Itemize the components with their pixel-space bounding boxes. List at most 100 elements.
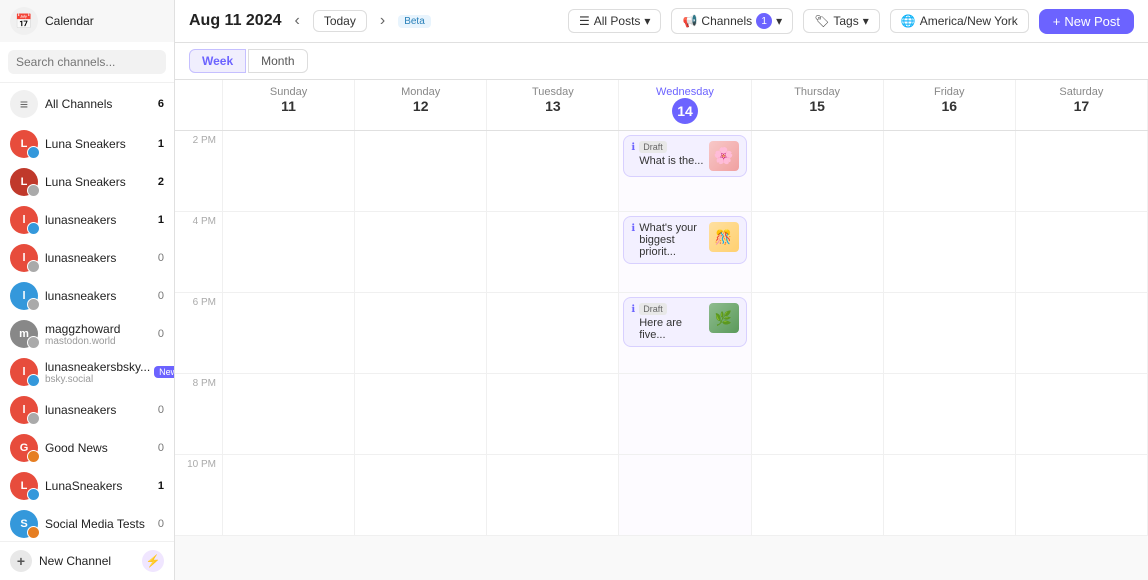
event-card[interactable]: ℹ Draft Here are five... 🌿 bbox=[623, 297, 746, 347]
day-cell-thursday[interactable] bbox=[752, 293, 884, 373]
day-cell-tuesday[interactable] bbox=[487, 212, 619, 292]
calendar-nav-item[interactable]: 📅 Calendar bbox=[0, 0, 174, 42]
channel-count: 2 bbox=[150, 176, 164, 188]
channel-name: lunasneakersbsky... bbox=[45, 360, 150, 374]
draft-badge: Draft bbox=[639, 141, 667, 153]
day-cell-friday[interactable] bbox=[884, 293, 1016, 373]
channel-info: Luna Sneakers bbox=[45, 137, 150, 151]
timezone-filter[interactable]: 🌐 America/New York bbox=[890, 9, 1029, 33]
new-badge: New bbox=[154, 366, 174, 378]
all-posts-filter[interactable]: ☰ All Posts ▾ bbox=[568, 9, 661, 33]
list-item[interactable]: l lunasneakersbsky... bsky.social New bbox=[0, 353, 174, 391]
day-cell-monday[interactable] bbox=[355, 212, 487, 292]
day-cell-tuesday[interactable] bbox=[487, 131, 619, 211]
day-cell-thursday[interactable] bbox=[752, 455, 884, 535]
day-cell-monday[interactable] bbox=[355, 131, 487, 211]
tags-label: Tags bbox=[833, 14, 858, 28]
day-cell-thursday[interactable] bbox=[752, 374, 884, 454]
channel-name: lunasneakers bbox=[45, 213, 150, 227]
day-cell-saturday[interactable] bbox=[1016, 131, 1148, 211]
event-card[interactable]: ℹ Draft What is the... 🌸 bbox=[623, 135, 746, 177]
calendar-label: Calendar bbox=[45, 14, 94, 28]
day-cell-sunday[interactable] bbox=[223, 374, 355, 454]
day-cell-thursday[interactable] bbox=[752, 212, 884, 292]
prev-button[interactable]: ‹ bbox=[290, 10, 305, 32]
day-cell-saturday[interactable] bbox=[1016, 455, 1148, 535]
channel-info: lunasneakersbsky... bsky.social bbox=[45, 360, 150, 385]
new-channel-item[interactable]: + New Channel ⚡ bbox=[0, 541, 174, 580]
day-header-tuesday: Tuesday 13 bbox=[487, 80, 619, 130]
day-cell-saturday[interactable] bbox=[1016, 212, 1148, 292]
day-cell-tuesday[interactable] bbox=[487, 455, 619, 535]
channel-info: Social Media Tests bbox=[45, 517, 150, 531]
today-button[interactable]: Today bbox=[313, 10, 367, 32]
day-header-saturday: Saturday 17 bbox=[1016, 80, 1148, 130]
day-cell-monday[interactable] bbox=[355, 293, 487, 373]
event-card[interactable]: ℹ What's your biggest priorit... 🎊 bbox=[623, 216, 746, 264]
day-cell-saturday[interactable] bbox=[1016, 374, 1148, 454]
channel-name: maggzhoward bbox=[45, 322, 150, 336]
list-item[interactable]: L Luna Sneakers 2 bbox=[0, 163, 174, 201]
day-cell-wednesday[interactable]: ℹ Draft What is the... 🌸 bbox=[619, 131, 751, 211]
channel-count: 0 bbox=[150, 252, 164, 264]
day-cell-wednesday[interactable] bbox=[619, 455, 751, 535]
month-view-button[interactable]: Month bbox=[248, 49, 307, 73]
channels-filter[interactable]: 📢 Channels 1 ▾ bbox=[671, 8, 793, 34]
list-item[interactable]: G Good News 0 bbox=[0, 429, 174, 467]
next-button[interactable]: › bbox=[375, 10, 390, 32]
day-cell-friday[interactable] bbox=[884, 455, 1016, 535]
day-cell-friday[interactable] bbox=[884, 374, 1016, 454]
view-toggle: Week Month bbox=[175, 43, 1148, 80]
list-item[interactable]: l lunasneakers 0 bbox=[0, 277, 174, 315]
all-channels-icon: ≡ bbox=[10, 90, 38, 118]
day-header-thursday: Thursday 15 bbox=[752, 80, 884, 130]
chevron-down-icon: ▾ bbox=[863, 14, 869, 28]
list-item[interactable]: l lunasneakers 1 bbox=[0, 201, 174, 239]
day-cell-thursday[interactable] bbox=[752, 131, 884, 211]
day-header-wednesday: Wednesday 14 bbox=[619, 80, 751, 130]
day-cell-friday[interactable] bbox=[884, 131, 1016, 211]
list-item[interactable]: l lunasneakers 0 bbox=[0, 239, 174, 277]
time-row-4pm: 4 PM ℹ What's your biggest priorit... 🎊 bbox=[175, 212, 1148, 293]
time-label: 8 PM bbox=[175, 374, 223, 454]
week-view-button[interactable]: Week bbox=[189, 49, 246, 73]
day-cell-tuesday[interactable] bbox=[487, 293, 619, 373]
new-post-button[interactable]: + New Post bbox=[1039, 9, 1134, 34]
day-cell-friday[interactable] bbox=[884, 212, 1016, 292]
day-cell-wednesday[interactable] bbox=[619, 374, 751, 454]
all-channels-count: 6 bbox=[150, 98, 164, 110]
chevron-down-icon: ▾ bbox=[776, 14, 782, 28]
calendar-grid: Sunday 11 Monday 12 Tuesday 13 Wednesday… bbox=[175, 80, 1148, 580]
day-header-sunday: Sunday 11 bbox=[223, 80, 355, 130]
list-item[interactable]: l lunasneakers 0 bbox=[0, 391, 174, 429]
topbar: Aug 11 2024 ‹ Today › Beta ☰ All Posts ▾… bbox=[175, 0, 1148, 43]
day-cell-monday[interactable] bbox=[355, 374, 487, 454]
day-cell-sunday[interactable] bbox=[223, 212, 355, 292]
all-channels-item[interactable]: ≡ All Channels 6 bbox=[0, 83, 174, 125]
day-cell-sunday[interactable] bbox=[223, 131, 355, 211]
list-item[interactable]: L LunaSneakers 1 bbox=[0, 467, 174, 505]
list-item[interactable]: m maggzhoward mastodon.world 0 bbox=[0, 315, 174, 353]
time-gutter-header bbox=[175, 80, 223, 130]
info-icon: ℹ bbox=[631, 142, 635, 153]
day-cell-sunday[interactable] bbox=[223, 455, 355, 535]
day-cell-tuesday[interactable] bbox=[487, 374, 619, 454]
day-cell-wednesday[interactable]: ℹ What's your biggest priorit... 🎊 bbox=[619, 212, 751, 292]
day-cell-saturday[interactable] bbox=[1016, 293, 1148, 373]
event-thumbnail: 🌿 bbox=[709, 303, 739, 333]
avatar: G bbox=[10, 434, 38, 462]
search-input[interactable] bbox=[8, 50, 166, 74]
badge bbox=[27, 222, 40, 235]
tags-filter[interactable]: 🏷 Tags ▾ bbox=[803, 9, 880, 33]
channel-info: maggzhoward mastodon.world bbox=[45, 322, 150, 347]
channel-info: Luna Sneakers bbox=[45, 175, 150, 189]
list-item[interactable]: L Luna Sneakers 1 bbox=[0, 125, 174, 163]
day-cell-wednesday[interactable]: ℹ Draft Here are five... 🌿 bbox=[619, 293, 751, 373]
avatar: L bbox=[10, 472, 38, 500]
day-cell-sunday[interactable] bbox=[223, 293, 355, 373]
all-posts-label: All Posts bbox=[594, 14, 641, 28]
channel-info: lunasneakers bbox=[45, 251, 150, 265]
badge bbox=[27, 526, 40, 539]
list-item[interactable]: S Social Media Tests 0 bbox=[0, 505, 174, 541]
day-cell-monday[interactable] bbox=[355, 455, 487, 535]
